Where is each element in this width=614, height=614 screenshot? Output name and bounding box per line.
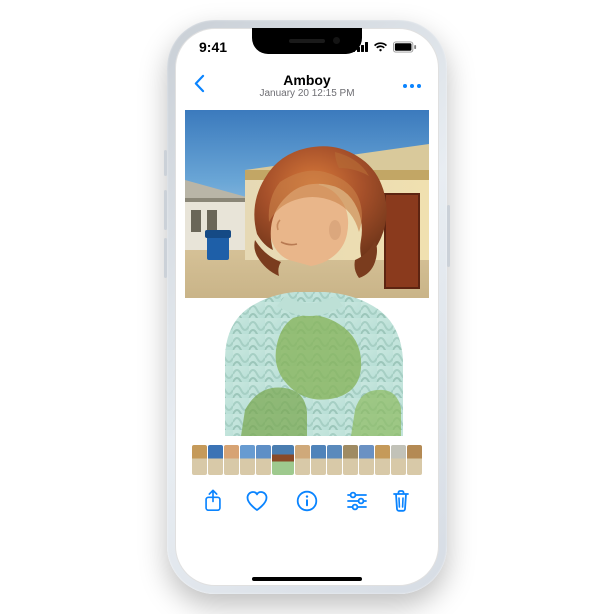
wifi-icon: [373, 42, 388, 53]
status-time: 9:41: [199, 39, 227, 55]
ellipsis-dot-icon: [403, 84, 407, 88]
battery-icon: [393, 41, 417, 53]
chevron-left-icon: [193, 75, 205, 93]
filmstrip-thumb[interactable]: [208, 445, 223, 475]
ellipsis-dot-icon: [410, 84, 414, 88]
share-button[interactable]: [201, 489, 225, 513]
filmstrip-thumb[interactable]: [407, 445, 422, 475]
filmstrip-thumb[interactable]: [256, 445, 271, 475]
heart-icon: [245, 490, 269, 512]
filmstrip-thumb-current[interactable]: [272, 445, 294, 475]
nav-title: Amboy: [259, 72, 354, 88]
nav-subtitle: January 20 12:15 PM: [259, 88, 354, 100]
back-button[interactable]: [189, 71, 209, 102]
filmstrip-thumb[interactable]: [192, 445, 207, 475]
filmstrip-thumb[interactable]: [295, 445, 310, 475]
sliders-icon: [346, 491, 368, 511]
side-button-volume-down: [164, 238, 167, 278]
filmstrip-thumb[interactable]: [391, 445, 406, 475]
adjust-button[interactable]: [345, 489, 369, 513]
side-button-volume-up: [164, 190, 167, 230]
info-icon: [296, 490, 318, 512]
filmstrip-thumb[interactable]: [240, 445, 255, 475]
filmstrip-thumb[interactable]: [224, 445, 239, 475]
bottom-toolbar: [175, 478, 439, 524]
trash-icon: [391, 489, 411, 513]
filmstrip-thumb[interactable]: [327, 445, 342, 475]
ellipsis-dot-icon: [417, 84, 421, 88]
filmstrip-thumb[interactable]: [343, 445, 358, 475]
more-button[interactable]: [399, 76, 425, 96]
iphone-device: 9:41 Am: [167, 20, 447, 594]
delete-button[interactable]: [389, 489, 413, 513]
info-button[interactable]: [295, 489, 319, 513]
filmstrip-thumb[interactable]: [311, 445, 326, 475]
front-camera: [333, 37, 340, 44]
main-photo[interactable]: [185, 110, 429, 436]
notch: [252, 28, 362, 54]
filmstrip-thumb[interactable]: [375, 445, 390, 475]
photo-container: [175, 106, 439, 436]
share-icon: [203, 489, 223, 513]
toolbar-center-group: [245, 489, 369, 513]
nav-bar: Amboy January 20 12:15 PM: [175, 66, 439, 106]
home-indicator[interactable]: [252, 577, 362, 581]
filmstrip-thumb[interactable]: [359, 445, 374, 475]
side-button-silence: [164, 150, 167, 176]
favorite-button[interactable]: [245, 489, 269, 513]
nav-title-group: Amboy January 20 12:15 PM: [259, 72, 354, 100]
status-icons: [353, 41, 417, 53]
screen: 9:41 Am: [175, 28, 439, 586]
side-button-power: [447, 205, 450, 267]
filmstrip[interactable]: [175, 442, 439, 478]
speaker-grill: [289, 39, 325, 43]
